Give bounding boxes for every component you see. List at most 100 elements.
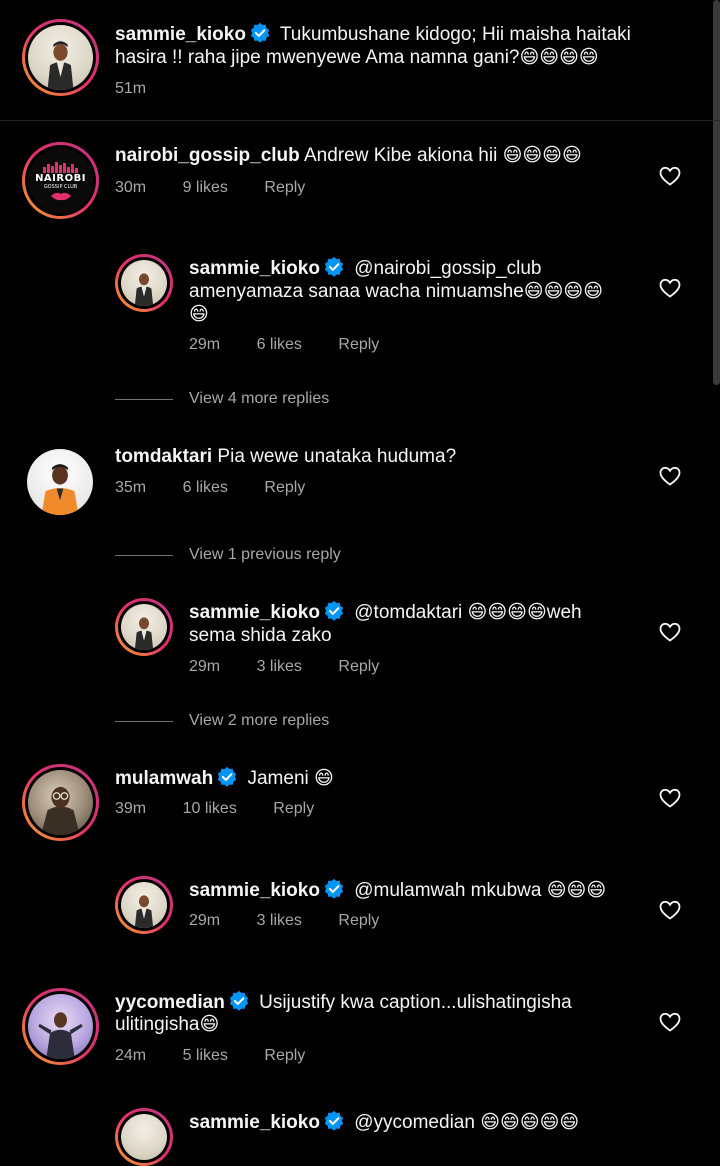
username[interactable]: sammie_kioko: [189, 880, 320, 901]
avatar-photo: [134, 895, 154, 928]
avatar-tomdaktari[interactable]: [27, 449, 93, 515]
reply-body: @mulamwah mkubwa 😄😄😄: [354, 880, 607, 901]
verified-badge-icon: [229, 990, 248, 1011]
reply-button[interactable]: Reply: [264, 1046, 305, 1066]
avatar-sammie-kioko[interactable]: [115, 876, 173, 934]
timestamp: 29m: [189, 912, 221, 929]
heart-outline-icon[interactable]: [658, 786, 682, 810]
reply-button[interactable]: Reply: [338, 657, 379, 677]
likes-count[interactable]: 9 likes: [183, 178, 228, 198]
likes-count[interactable]: 3 likes: [257, 911, 302, 931]
comment-text: mulamwah Jameni 😄: [115, 766, 334, 790]
verified-badge-icon: [218, 766, 237, 787]
caption-text: Tukumbushane kidogo; Hii maisha haitaki: [279, 24, 631, 45]
comment-body: Pia wewe unataka huduma?: [217, 446, 457, 467]
username[interactable]: nairobi_gossip_club: [115, 145, 300, 166]
verified-badge-icon: [250, 22, 270, 43]
reply-line-1: sammie_kioko @mulamwah mkubwa 😄😄😄: [189, 878, 606, 902]
avatar-photo: [134, 617, 154, 650]
reply-body: @tomdaktari 😄😄😄😄weh: [354, 602, 582, 623]
reply-meta: 29m 6 likes Reply: [189, 335, 379, 355]
timestamp: 24m: [115, 1047, 147, 1064]
likes-count[interactable]: 3 likes: [257, 657, 302, 677]
timestamp: 35m: [115, 479, 147, 496]
username[interactable]: sammie_kioko: [115, 24, 246, 45]
reply-line-3: 😄: [189, 304, 209, 325]
timestamp: 51m: [115, 80, 147, 97]
likes-count[interactable]: 6 likes: [257, 335, 302, 355]
avatar-photo: [41, 464, 79, 515]
heart-outline-icon[interactable]: [658, 898, 682, 922]
reply-button[interactable]: Reply: [264, 478, 305, 498]
reply-line-2: sema shida zako: [189, 625, 332, 646]
reply-button[interactable]: Reply: [264, 178, 305, 198]
username[interactable]: yycomedian: [115, 992, 225, 1013]
timestamp: 29m: [189, 658, 221, 675]
comment-body: Usijustify kwa caption...ulishatingisha: [259, 992, 572, 1013]
heart-outline-icon[interactable]: [658, 276, 682, 300]
lips-icon: [50, 192, 71, 200]
timestamp: 39m: [115, 800, 147, 817]
avatar-photo: [41, 786, 80, 835]
reply-button[interactable]: Reply: [273, 799, 314, 819]
reply-line-1: sammie_kioko @yycomedian 😄😄😄😄😄: [189, 1110, 579, 1134]
likes-count[interactable]: 10 likes: [183, 799, 237, 819]
avatar-nairobi-gossip-club[interactable]: NAIROBI GOSSIP CLUB: [22, 142, 99, 219]
view-more-replies-label[interactable]: View 2 more replies: [189, 711, 329, 731]
comment-text: nairobi_gossip_club Andrew Kibe akiona h…: [115, 144, 582, 167]
heart-outline-icon[interactable]: [658, 620, 682, 644]
verified-badge-icon: [324, 878, 344, 899]
caption-meta: 51m: [115, 79, 146, 99]
reply-button[interactable]: Reply: [338, 911, 379, 931]
logo-subtitle: GOSSIP CLUB: [43, 183, 78, 190]
timestamp: 29m: [189, 336, 221, 353]
username[interactable]: sammie_kioko: [189, 258, 320, 279]
divider: [0, 120, 720, 121]
avatar-sammie-kioko[interactable]: [115, 254, 173, 312]
username[interactable]: tomdaktari: [115, 446, 212, 467]
comment-text: tomdaktari Pia wewe unataka huduma?: [115, 445, 456, 468]
reply-meta: 29m 3 likes Reply: [189, 911, 379, 931]
avatar-photo: [38, 1012, 83, 1059]
username[interactable]: mulamwah: [115, 768, 213, 789]
avatar-photo: [47, 41, 74, 90]
avatar-sammie-kioko[interactable]: [115, 598, 173, 656]
mention-link[interactable]: @nairobi_gossip_club: [354, 258, 541, 279]
caption-line-1: sammie_kioko Tukumbushane kidogo; Hii ma…: [115, 22, 631, 46]
verified-badge-icon: [324, 1110, 344, 1131]
avatar-sammie-kioko[interactable]: [115, 1108, 173, 1166]
skyline-logo: [42, 161, 78, 173]
logo-title: NAIROBI: [35, 172, 86, 184]
comment-meta: 39m 10 likes Reply: [115, 799, 314, 819]
username[interactable]: sammie_kioko: [189, 1112, 320, 1133]
comment-meta: 30m 9 likes Reply: [115, 178, 305, 198]
verified-badge-icon: [324, 600, 344, 621]
username[interactable]: sammie_kioko: [189, 602, 320, 623]
view-previous-replies-label[interactable]: View 1 previous reply: [189, 545, 341, 565]
reply-button[interactable]: Reply: [338, 335, 379, 355]
caption-avatar[interactable]: [22, 19, 99, 96]
reply-line-2: amenyamaza sanaa wacha nimuamshe😄😄😄😄: [189, 281, 604, 302]
heart-outline-icon[interactable]: [658, 164, 682, 188]
heart-outline-icon[interactable]: [658, 464, 682, 488]
comment-line-2: ulitingisha😄: [115, 1014, 220, 1035]
reply-meta: 29m 3 likes Reply: [189, 657, 379, 677]
avatar-mulamwah[interactable]: [22, 764, 99, 841]
view-more-replies-label[interactable]: View 4 more replies: [189, 389, 329, 409]
comment-line-1: yycomedian Usijustify kwa caption...ulis…: [115, 990, 572, 1014]
caption-line-2: hasira !! raha jipe mwenyewe Ama namna g…: [115, 47, 599, 68]
timestamp: 30m: [115, 179, 147, 196]
mention-link[interactable]: @yycomedian 😄😄😄😄😄: [354, 1112, 579, 1133]
verified-badge-icon: [324, 256, 344, 277]
likes-count[interactable]: 6 likes: [183, 478, 228, 498]
comment-body: Jameni 😄: [247, 768, 334, 789]
comment-meta: 24m 5 likes Reply: [115, 1046, 305, 1066]
heart-outline-icon[interactable]: [658, 1010, 682, 1034]
reply-line-1: sammie_kioko @tomdaktari 😄😄😄😄weh: [189, 600, 582, 624]
likes-count[interactable]: 5 likes: [183, 1046, 228, 1066]
scrollbar[interactable]: [713, 0, 720, 385]
reply-line-1: sammie_kioko @nairobi_gossip_club: [189, 256, 542, 280]
comment-meta: 35m 6 likes Reply: [115, 478, 305, 498]
avatar-photo: [134, 273, 154, 306]
avatar-yycomedian[interactable]: [22, 988, 99, 1065]
